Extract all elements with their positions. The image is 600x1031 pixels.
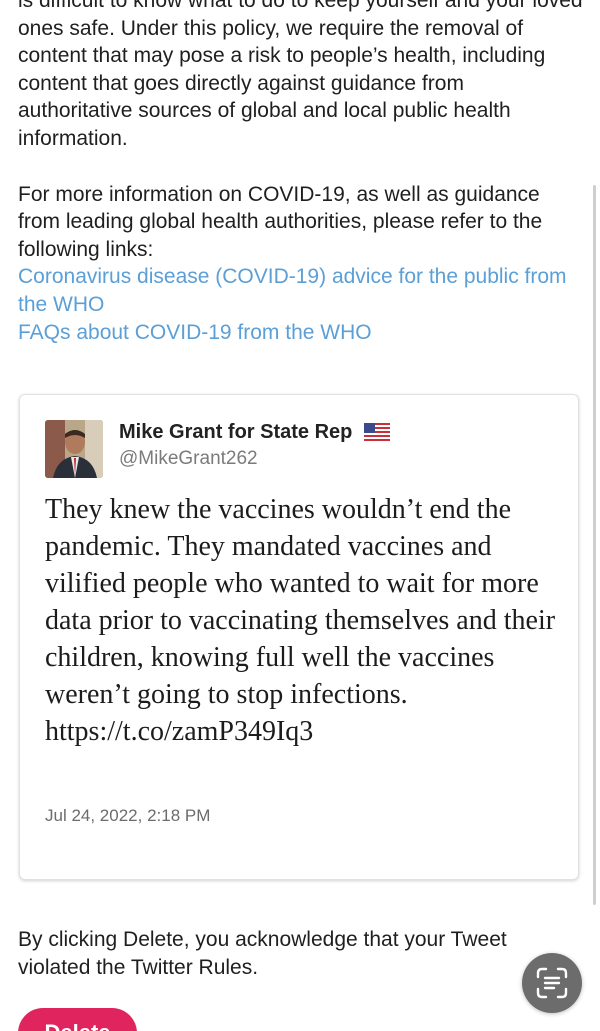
scan-text-icon	[536, 967, 568, 999]
tweet-author-name[interactable]: Mike Grant for State Rep	[119, 421, 390, 447]
page: is difficult to know what to do to keep …	[0, 0, 600, 1031]
who-advice-link[interactable]: Coronavirus disease (COVID-19) advice fo…	[18, 263, 584, 318]
us-flag-icon	[363, 423, 390, 447]
policy-paragraph-1: is difficult to know what to do to keep …	[18, 0, 583, 150]
avatar	[45, 420, 103, 478]
tweet-handle[interactable]: @MikeGrant262	[119, 448, 258, 470]
tweet-text: They knew the vaccines wouldn’t end the …	[45, 494, 556, 710]
tweet-body: They knew the vaccines wouldn’t end the …	[45, 491, 565, 750]
policy-text: is difficult to know what to do to keep …	[18, 0, 584, 346]
author-name-text: Mike Grant for State Rep	[119, 421, 353, 443]
scan-text-button[interactable]	[522, 953, 582, 1013]
acknowledgement-text: By clicking Delete, you acknowledge that…	[18, 928, 507, 979]
who-faq-link[interactable]: FAQs about COVID-19 from the WHO	[18, 319, 584, 347]
scrollbar[interactable]	[593, 185, 596, 905]
tweet-timestamp: Jul 24, 2022, 2:18 PM	[45, 806, 211, 825]
policy-paragraph-2: For more information on COVID-19, as wel…	[18, 182, 543, 261]
delete-button[interactable]: Delete	[18, 1008, 137, 1031]
tweet-card: Mike Grant for State Rep @MikeGrant262 T…	[19, 394, 579, 880]
tweet-link[interactable]: https://t.co/zamP349Iq3	[45, 713, 565, 750]
